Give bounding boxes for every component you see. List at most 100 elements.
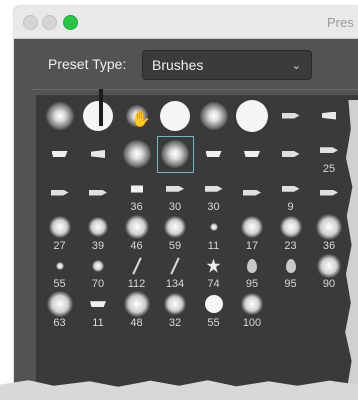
brush-tip-icon <box>317 253 341 278</box>
brush-size-label: 11 <box>207 239 220 252</box>
brush-preset-item[interactable]: 134 <box>157 251 194 290</box>
brush-preset-item[interactable] <box>118 136 155 173</box>
brush-tip-icon <box>281 151 300 157</box>
brush-tip-icon <box>209 223 218 232</box>
brush-tip-icon <box>50 189 69 196</box>
brush-preset-item[interactable]: 36 <box>311 213 348 252</box>
brush-preset-item[interactable]: 27 <box>41 213 78 252</box>
brush-preset-item[interactable] <box>195 136 232 173</box>
brush-preset-item[interactable]: 90 <box>311 251 348 290</box>
brush-tip-icon <box>206 258 221 273</box>
brush-preset-item[interactable] <box>156 135 194 173</box>
brush-tip-icon <box>131 257 142 275</box>
brush-preset-item[interactable]: 74 <box>195 251 232 290</box>
brush-preset-item[interactable] <box>80 174 117 211</box>
brush-preset-item[interactable] <box>311 174 348 211</box>
brush-preset-item[interactable]: 36 <box>118 174 155 213</box>
zoom-window-button[interactable] <box>63 15 78 30</box>
brush-tip-icon <box>285 258 296 273</box>
brush-tip-icon <box>48 216 71 239</box>
brush-preset-item[interactable]: 112 <box>118 251 155 290</box>
brush-preset-item[interactable] <box>234 97 271 134</box>
brush-preset-item[interactable]: 23 <box>272 213 309 252</box>
brush-preset-item[interactable]: 55 <box>195 290 232 329</box>
brush-preset-item[interactable] <box>272 97 309 134</box>
brush-size-label: 32 <box>168 316 182 329</box>
title-bar: Pres <box>14 6 358 39</box>
brush-tip-icon <box>122 140 151 168</box>
preset-type-select[interactable]: Brushes ⌄ <box>142 50 312 80</box>
brush-preset-item[interactable]: 11 <box>195 213 232 252</box>
brush-preset-item[interactable]: 95 <box>234 251 271 290</box>
brush-preset-item[interactable]: 39 <box>80 213 117 252</box>
brush-preset-item[interactable] <box>234 174 271 211</box>
brush-preset-item[interactable]: 46 <box>118 213 155 252</box>
brush-size-label: 48 <box>130 316 143 329</box>
brush-size-label: 30 <box>168 201 182 213</box>
brush-preset-item[interactable] <box>80 136 117 173</box>
preset-type-value: Brushes <box>152 57 204 73</box>
brush-tip-icon <box>160 100 190 131</box>
brush-size-label: 17 <box>245 239 259 252</box>
brush-preset-item[interactable]: 9 <box>272 174 309 213</box>
brush-preset-item[interactable] <box>41 174 78 211</box>
brush-preset-item[interactable]: 59 <box>157 213 194 252</box>
brush-size-label: 30 <box>207 201 220 213</box>
brush-tip-icon <box>320 147 338 154</box>
brush-preset-item[interactable] <box>195 97 232 134</box>
brush-tip-icon <box>46 291 73 318</box>
brush-size-label: 36 <box>322 239 336 252</box>
brush-preset-item[interactable]: 100 <box>234 290 271 329</box>
preset-manager-window: Pres Preset Type: Brushes ⌄ 25 36 30 30 9 27 3… <box>14 6 358 398</box>
brush-tip-icon <box>241 293 263 316</box>
brush-preset-item[interactable] <box>234 136 271 173</box>
brush-tip-icon <box>236 99 268 132</box>
brush-size-label: 25 <box>322 162 336 175</box>
brush-size-label: 95 <box>245 278 259 290</box>
brush-preset-item[interactable]: 17 <box>234 213 271 252</box>
brush-size-label: 9 <box>287 201 294 213</box>
brush-tip-icon <box>51 151 68 157</box>
brush-preset-item[interactable] <box>41 97 78 134</box>
brush-preset-item[interactable]: 48 <box>118 290 155 329</box>
brush-preset-item[interactable]: 11 <box>80 290 117 329</box>
brush-preset-item[interactable]: 30 <box>195 174 232 213</box>
brush-size-label: 39 <box>91 239 105 252</box>
brush-size-label: 55 <box>207 316 220 329</box>
brush-size-label: 27 <box>53 239 66 252</box>
brush-tip-icon <box>123 291 150 318</box>
brush-tip-icon <box>205 151 222 157</box>
brush-tip-icon <box>204 295 223 314</box>
brush-preset-item[interactable]: 25 <box>311 136 348 175</box>
window-title: Pres <box>327 15 354 30</box>
brush-preset-item[interactable]: 70 <box>80 251 117 290</box>
brush-preset-item[interactable]: 30 <box>157 174 194 213</box>
brush-preset-item[interactable]: 55 <box>41 251 78 290</box>
brush-preset-item[interactable] <box>272 136 309 173</box>
brush-size-label: 90 <box>322 278 336 290</box>
brush-preset-item[interactable]: 95 <box>272 251 309 290</box>
brush-tip-icon <box>199 101 228 130</box>
brush-tip-icon <box>244 151 260 157</box>
brush-preset-item[interactable]: 32 <box>157 290 194 329</box>
brush-size-label: 36 <box>130 201 143 213</box>
brush-preset-item[interactable] <box>311 97 348 134</box>
brush-size-label: 100 <box>242 316 262 329</box>
brush-tip-icon <box>281 112 300 119</box>
brush-size-label: 112 <box>127 278 146 290</box>
close-window-button[interactable] <box>23 15 38 30</box>
brush-preset-item[interactable] <box>80 97 117 134</box>
brush-tip-icon <box>55 261 64 270</box>
brush-preset-item[interactable]: 63 <box>41 290 78 329</box>
brush-preset-item[interactable] <box>157 97 194 134</box>
brush-size-label: 74 <box>207 278 220 290</box>
brush-tip-icon <box>320 189 338 196</box>
preset-type-label: Preset Type: <box>48 56 127 72</box>
brush-tip-icon <box>88 217 108 238</box>
brush-tip-icon <box>247 258 257 273</box>
brush-tip-icon <box>130 185 143 193</box>
brush-preset-item[interactable] <box>41 136 78 173</box>
brush-tip-icon <box>45 101 74 130</box>
minimize-window-button[interactable] <box>42 15 57 30</box>
brush-tip-icon <box>164 216 186 239</box>
